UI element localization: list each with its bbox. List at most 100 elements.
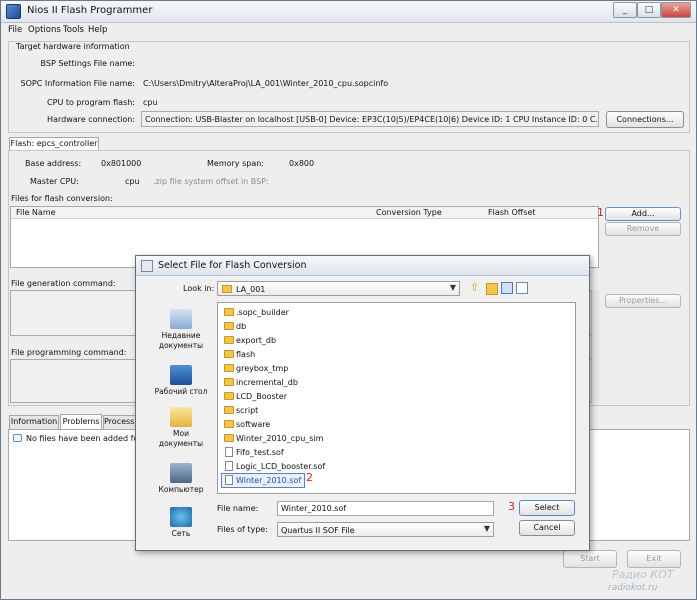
place-recent[interactable]: Недавние документы bbox=[150, 309, 212, 351]
lookin-combo[interactable]: LA_001 ▼ bbox=[217, 281, 460, 296]
file-generation-label: File generation command: bbox=[11, 279, 116, 288]
list-item[interactable]: Fifo_test.sof bbox=[222, 446, 284, 459]
hw-connection-label: Hardware connection: bbox=[47, 115, 135, 124]
recent-documents-icon bbox=[170, 309, 192, 329]
details-view-icon[interactable] bbox=[516, 282, 528, 294]
documents-icon bbox=[170, 407, 192, 427]
list-item[interactable]: incremental_db bbox=[222, 376, 298, 389]
chevron-down-icon: ▼ bbox=[449, 283, 456, 292]
menu-help[interactable]: Help bbox=[88, 25, 107, 35]
cancel-button[interactable]: Cancel bbox=[519, 520, 575, 536]
window-title: Nios II Flash Programmer bbox=[27, 5, 153, 16]
tab-information[interactable]: Information bbox=[9, 415, 59, 429]
place-computer[interactable]: Компьютер bbox=[150, 463, 212, 495]
file-icon bbox=[225, 475, 233, 485]
folder-icon bbox=[224, 420, 234, 428]
col-flash-offset[interactable]: Flash Offset bbox=[488, 208, 536, 217]
bsp-label: BSP Settings File name: bbox=[40, 59, 135, 68]
annotation-2: 2 bbox=[306, 471, 313, 484]
desktop-icon bbox=[170, 365, 192, 385]
menu-bar: File Options Tools Help bbox=[1, 23, 696, 39]
computer-icon bbox=[170, 463, 192, 483]
tab-problems[interactable]: Problems bbox=[60, 414, 102, 429]
col-conversion-type[interactable]: Conversion Type bbox=[376, 208, 442, 217]
maximize-button[interactable]: □ bbox=[637, 2, 661, 18]
chevron-down-icon: ▼ bbox=[483, 524, 490, 533]
master-cpu-value: cpu bbox=[125, 177, 140, 186]
files-table-header: File Name Conversion Type Flash Offset bbox=[11, 207, 598, 219]
list-item[interactable]: .sopc_builder bbox=[222, 306, 289, 319]
up-folder-icon[interactable]: ⇧ bbox=[470, 282, 482, 294]
menu-options[interactable]: Options bbox=[28, 25, 61, 35]
file-icon bbox=[225, 447, 233, 457]
base-address-value: 0x801000 bbox=[101, 159, 142, 168]
remove-button[interactable]: Remove bbox=[605, 222, 681, 236]
annotation-1: 1 bbox=[597, 206, 604, 219]
folder-icon bbox=[224, 406, 234, 414]
start-button[interactable]: Start bbox=[563, 550, 617, 568]
filetype-combo[interactable]: Quartus II SOF File ▼ bbox=[277, 522, 494, 537]
place-desktop[interactable]: Рабочий стол bbox=[150, 365, 212, 397]
lookin-value: LA_001 bbox=[236, 285, 266, 294]
filename-value: Winter_2010.sof bbox=[281, 504, 347, 513]
message-icon bbox=[13, 434, 22, 442]
file-icon bbox=[225, 461, 233, 471]
cpu-value: cpu bbox=[143, 98, 158, 107]
place-documents[interactable]: Мои документы bbox=[150, 407, 212, 449]
filetype-label: Files of type: bbox=[217, 525, 268, 534]
files-for-conversion-label: Files for flash conversion: bbox=[11, 194, 113, 203]
folder-icon bbox=[224, 350, 234, 358]
list-item[interactable]: db bbox=[222, 320, 246, 333]
dialog-title-bar: Select File for Flash Conversion bbox=[136, 256, 589, 276]
list-item[interactable]: greybox_tmp bbox=[222, 362, 288, 375]
new-folder-icon[interactable] bbox=[486, 283, 498, 295]
list-item[interactable]: Winter_2010_cpu_sim bbox=[222, 432, 323, 445]
list-item-selected[interactable]: Winter_2010.sof bbox=[220, 473, 306, 488]
sopc-value: C:\Users\Dmitry\AlteraProj\LA_001\Winter… bbox=[143, 79, 389, 88]
place-network[interactable]: Сеть bbox=[150, 507, 212, 537]
sopc-label: SOPC Information File name: bbox=[20, 79, 136, 88]
list-item[interactable]: export_db bbox=[222, 334, 276, 347]
list-item[interactable]: software bbox=[222, 418, 270, 431]
folder-icon bbox=[224, 336, 234, 344]
minimize-button[interactable]: _ bbox=[613, 2, 637, 18]
close-button[interactable]: ✕ bbox=[661, 2, 691, 18]
menu-file[interactable]: File bbox=[8, 25, 22, 35]
list-view-icon[interactable] bbox=[501, 282, 513, 294]
app-icon bbox=[6, 4, 21, 19]
folder-icon bbox=[222, 285, 232, 293]
watermark-url: radiokot.ru bbox=[608, 583, 658, 593]
hw-connection-field[interactable]: Connection: USB-Blaster on localhost [US… bbox=[141, 111, 599, 127]
dialog-title: Select File for Flash Conversion bbox=[158, 260, 307, 271]
tab-flash-epcs[interactable]: Flash: epcs_controller bbox=[9, 137, 99, 151]
list-item[interactable]: LCD_Booster bbox=[222, 390, 287, 403]
places-bar: Недавние документы Рабочий стол Мои доку… bbox=[150, 303, 212, 543]
filename-input[interactable]: Winter_2010.sof bbox=[277, 501, 494, 516]
folder-icon bbox=[224, 364, 234, 372]
folder-icon bbox=[224, 308, 234, 316]
list-item[interactable]: flash bbox=[222, 348, 255, 361]
connections-button[interactable]: Connections... bbox=[606, 111, 684, 128]
watermark: Радио КОТ radiokot.ru bbox=[604, 568, 694, 596]
menu-tools[interactable]: Tools bbox=[63, 25, 84, 35]
file-list[interactable]: .sopc_builder db export_db flash greybox… bbox=[217, 302, 576, 494]
folder-icon bbox=[224, 392, 234, 400]
filetype-value: Quartus II SOF File bbox=[281, 526, 355, 535]
scrollbar[interactable] bbox=[591, 290, 600, 403]
select-button[interactable]: Select bbox=[519, 500, 575, 516]
properties-button[interactable]: Properties... bbox=[605, 294, 681, 308]
exit-button[interactable]: Exit bbox=[627, 550, 681, 568]
add-button[interactable]: Add... bbox=[605, 207, 681, 221]
list-item[interactable]: script bbox=[222, 404, 258, 417]
dialog-icon bbox=[141, 260, 153, 272]
zip-offset-label: .zip file system offset in BSP: bbox=[153, 177, 269, 186]
cpu-label: CPU to program flash: bbox=[47, 98, 135, 107]
col-file-name[interactable]: File Name bbox=[16, 208, 56, 217]
master-cpu-label: Master CPU: bbox=[30, 177, 79, 186]
folder-icon bbox=[224, 322, 234, 330]
problems-text: No files have been added for bbox=[26, 434, 142, 443]
folder-icon bbox=[224, 434, 234, 442]
base-address-label: Base address: bbox=[25, 159, 82, 168]
hw-connection-value: Connection: USB-Blaster on localhost [US… bbox=[145, 115, 599, 124]
memory-span-label: Memory span: bbox=[207, 159, 264, 168]
